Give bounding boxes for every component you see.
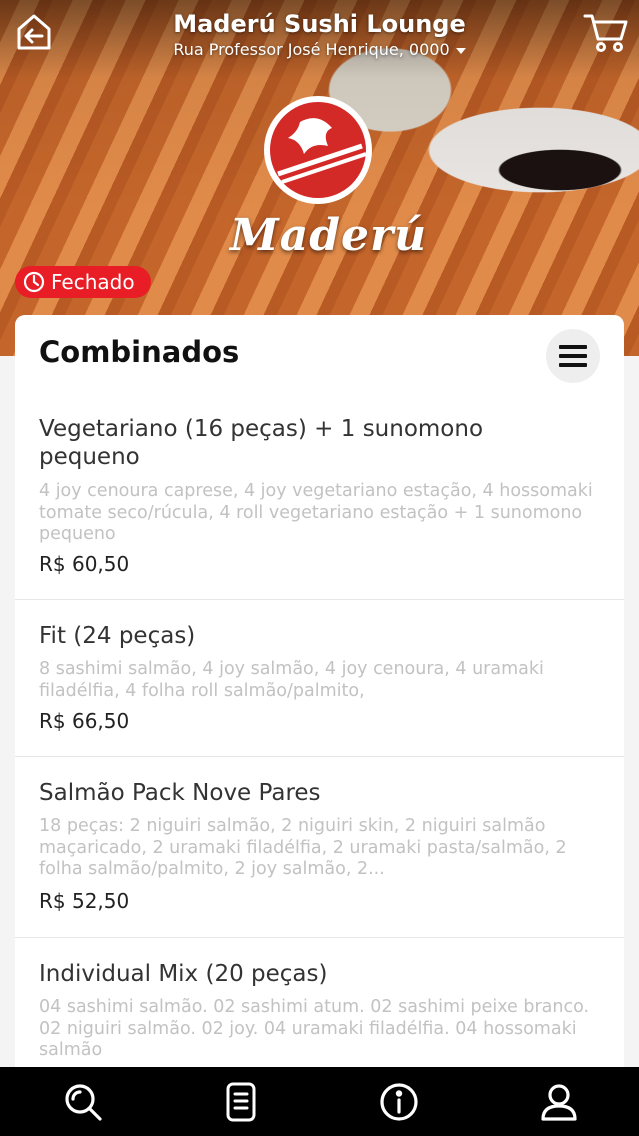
menu-item[interactable]: Salmão Pack Nove Pares 18 peças: 2 nigui… [15,757,624,938]
item-price: R$ 52,50 [39,889,130,913]
item-price: R$ 60,50 [39,552,130,576]
status-label: Fechado [51,270,135,294]
address-text: Rua Professor José Henrique, 0000 [173,40,450,59]
nav-menu[interactable] [218,1079,264,1125]
menu-item[interactable]: Individual Mix (20 peças) 04 sashimi sal… [15,938,624,1075]
section-title: Combinados [39,335,240,369]
menu-list-icon [226,1082,256,1122]
clock-icon [23,271,45,293]
category-menu-button[interactable] [546,329,600,383]
status-badge: Fechado [15,266,151,298]
item-name: Vegetariano (16 peças) + 1 sunomono pequ… [39,416,484,470]
item-description: 04 sashimi salmão. 02 sashimi atum. 02 s… [39,997,590,1060]
item-name: Individual Mix (20 peças) [39,961,328,987]
chevron-down-icon [455,47,466,54]
hero-banner: Maderú Sushi Lounge Rua Professor José H… [0,0,639,356]
item-description: 18 peças: 2 niguiri salmão, 2 niguiri sk… [39,816,567,879]
restaurant-logo: Maderú [230,96,428,266]
logo-emblem-art [277,118,367,184]
item-name: Salmão Pack Nove Pares [39,780,321,806]
search-icon [65,1084,102,1121]
bottom-nav [0,1067,639,1136]
cart-icon [583,14,628,52]
nav-search[interactable] [60,1079,106,1125]
info-icon [380,1083,418,1121]
menu-card: Combinados Vegetariano (16 peças) + 1 su… [15,315,624,1075]
cart-button[interactable] [583,12,629,54]
nav-profile[interactable] [536,1079,582,1125]
restaurant-name: Maderú Sushi Lounge [173,10,466,38]
item-price: R$ 66,50 [39,709,130,733]
logo-wordmark: Maderú [230,210,428,261]
hamburger-icon [559,345,587,367]
item-description: 4 joy cenoura caprese, 4 joy vegetariano… [39,481,593,544]
item-name: Fit (24 peças) [39,623,196,649]
menu-item[interactable]: Fit (24 peças) 8 sashimi salmão, 4 joy s… [15,600,624,757]
address-selector[interactable]: Rua Professor José Henrique, 0000 [0,40,639,59]
nav-info[interactable] [376,1079,422,1125]
menu-item[interactable]: Vegetariano (16 peças) + 1 sunomono pequ… [15,400,624,600]
logo-emblem [270,102,367,198]
profile-icon [541,1084,577,1121]
item-description: 8 sashimi salmão, 4 joy salmão, 4 joy ce… [39,659,544,701]
